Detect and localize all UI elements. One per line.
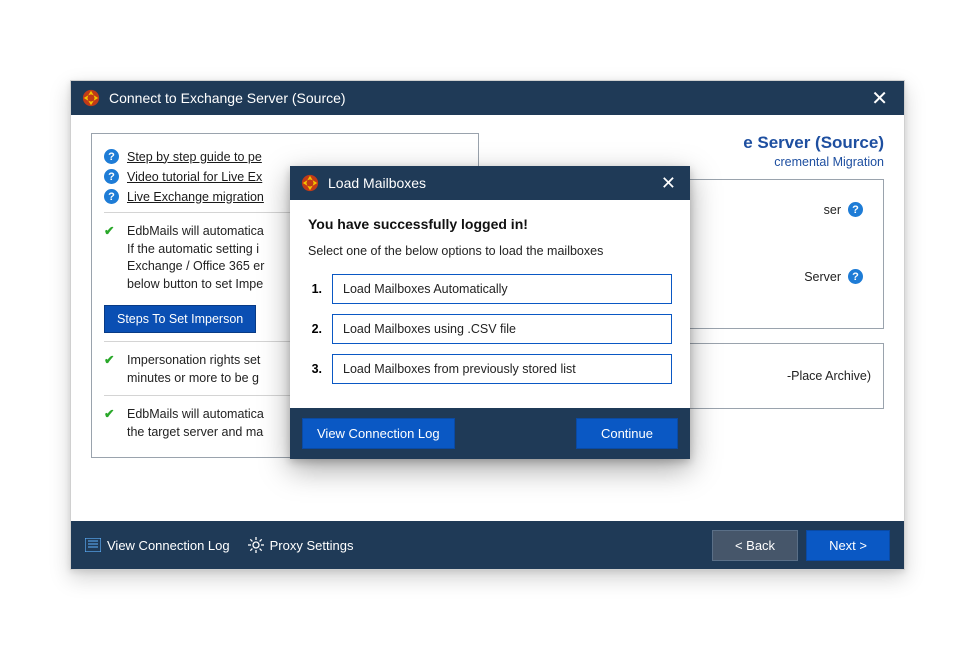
help-icon[interactable]: ? — [848, 269, 863, 284]
app-icon — [300, 173, 320, 193]
modal-body: You have successfully logged in! Select … — [290, 200, 690, 408]
modal-close-icon[interactable]: ✕ — [657, 173, 680, 194]
help-link-row: ? Step by step guide to pe — [104, 149, 466, 164]
load-mailboxes-modal: Load Mailboxes ✕ You have successfully l… — [290, 166, 690, 459]
footer-view-log[interactable]: View Connection Log — [85, 538, 230, 553]
modal-subtext: Select one of the below options to load … — [308, 244, 672, 258]
radio-label: Server — [804, 270, 841, 284]
check-icon: ✔ — [104, 223, 119, 238]
main-title: Connect to Exchange Server (Source) — [109, 90, 865, 106]
modal-titlebar: Load Mailboxes ✕ — [290, 166, 690, 200]
gear-icon — [248, 537, 264, 553]
help-icon[interactable]: ? — [848, 202, 863, 217]
info-line: below button to set Impe — [127, 277, 263, 291]
load-auto-button[interactable]: Load Mailboxes Automatically — [332, 274, 672, 304]
app-icon — [81, 88, 101, 108]
archive-label: -Place Archive) — [787, 369, 871, 383]
info-text: EdbMails will automatica If the automati… — [127, 223, 264, 293]
right-header-area: e Server (Source) cremental Migration — [497, 133, 885, 169]
main-titlebar: Connect to Exchange Server (Source) ✕ — [71, 81, 904, 115]
footer-bar: View Connection Log Proxy Settings < Bac… — [71, 521, 904, 569]
info-line: the target server and ma — [127, 425, 263, 439]
info-line: Exchange / Office 365 er — [127, 259, 264, 273]
next-button[interactable]: Next > — [806, 530, 890, 561]
info-line: minutes or more to be g — [127, 371, 259, 385]
modal-footer: View Connection Log Continue — [290, 408, 690, 459]
guide-link[interactable]: Step by step guide to pe — [127, 150, 262, 164]
option-row-2: 2. Load Mailboxes using .CSV file — [308, 314, 672, 344]
info-text: Impersonation rights set minutes or more… — [127, 352, 260, 387]
option-row-3: 3. Load Mailboxes from previously stored… — [308, 354, 672, 384]
back-button[interactable]: < Back — [712, 530, 798, 561]
help-icon: ? — [104, 169, 119, 184]
info-line: EdbMails will automatica — [127, 224, 264, 238]
right-heading: e Server (Source) — [497, 133, 885, 153]
modal-heading: You have successfully logged in! — [308, 216, 672, 232]
load-csv-button[interactable]: Load Mailboxes using .CSV file — [332, 314, 672, 344]
faq-link[interactable]: Live Exchange migration — [127, 190, 264, 204]
footer-proxy-label: Proxy Settings — [270, 538, 354, 553]
check-icon: ✔ — [104, 406, 119, 421]
log-icon — [85, 538, 101, 552]
modal-title: Load Mailboxes — [328, 175, 657, 191]
info-line: Impersonation rights set — [127, 353, 260, 367]
footer-proxy-settings[interactable]: Proxy Settings — [248, 537, 354, 553]
option-row-1: 1. Load Mailboxes Automatically — [308, 274, 672, 304]
modal-continue-button[interactable]: Continue — [576, 418, 678, 449]
info-line: EdbMails will automatica — [127, 407, 264, 421]
info-line: If the automatic setting i — [127, 242, 259, 256]
steps-impersonation-button[interactable]: Steps To Set Imperson — [104, 305, 256, 333]
check-icon: ✔ — [104, 352, 119, 367]
footer-view-log-label: View Connection Log — [107, 538, 230, 553]
help-icon: ? — [104, 189, 119, 204]
info-text: EdbMails will automatica the target serv… — [127, 406, 264, 441]
option-number: 3. — [308, 362, 322, 376]
close-icon[interactable]: ✕ — [865, 86, 894, 111]
option-number: 2. — [308, 322, 322, 336]
radio-label: ser — [824, 203, 841, 217]
footer-left: View Connection Log Proxy Settings — [85, 537, 704, 553]
help-icon: ? — [104, 149, 119, 164]
modal-view-log-button[interactable]: View Connection Log — [302, 418, 455, 449]
option-number: 1. — [308, 282, 322, 296]
video-link[interactable]: Video tutorial for Live Ex — [127, 170, 262, 184]
load-stored-button[interactable]: Load Mailboxes from previously stored li… — [332, 354, 672, 384]
